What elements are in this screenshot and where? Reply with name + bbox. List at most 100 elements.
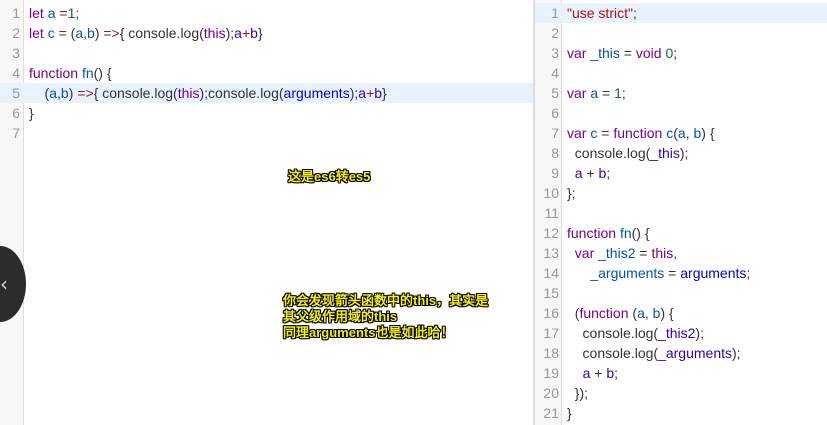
code-line[interactable]: 4 (535, 63, 827, 83)
code-line[interactable]: 20 }); (535, 383, 827, 403)
code-line[interactable]: 5 (a,b) =>{ console.log(this);console.lo… (0, 83, 533, 103)
code-token: console.log( (567, 145, 651, 161)
code-text[interactable]: var a = 1; (567, 83, 626, 103)
code-line[interactable]: 1 "use strict"; (535, 3, 827, 23)
code-line[interactable]: 19 a + b; (535, 363, 827, 383)
code-token: function (579, 305, 633, 321)
code-text[interactable]: } (567, 403, 572, 423)
code-text[interactable]: } (29, 103, 34, 123)
code-text[interactable]: (a,b) =>{ console.log(this);console.log(… (29, 83, 387, 103)
output-editor[interactable]: 1 "use strict"; 2 3 var _this = void 0; 4 5 var… (535, 0, 827, 425)
line-number: 4 (12, 65, 20, 81)
code-token: => (77, 85, 94, 101)
code-text[interactable]: console.log(_this2); (567, 323, 704, 343)
code-line[interactable]: 6 (535, 103, 827, 123)
line-number: 2 (551, 25, 559, 41)
code-token: this (203, 25, 226, 41)
code-token: } (567, 405, 572, 421)
code-token: function (29, 65, 82, 81)
code-text[interactable]: let c = (a,b) =>{ console.log(this);a+b} (29, 23, 263, 43)
code-token: var (567, 85, 591, 101)
code-token: _arguments (590, 265, 665, 281)
code-token: b (60, 85, 69, 101)
line-number: 19 (543, 365, 559, 381)
line-number: 5 (551, 85, 559, 101)
code-line[interactable]: 2 let c = (a,b) =>{ console.log(this);a+b… (0, 23, 533, 43)
line-number: 20 (543, 385, 559, 401)
code-text[interactable]: var c = function c(a, b) { (567, 123, 715, 143)
code-text[interactable]: a + b; (567, 363, 618, 383)
output-code[interactable]: 1 "use strict"; 2 3 var _this = void 0; 4 5 var… (535, 3, 827, 423)
code-token: a (637, 305, 645, 321)
code-token: { console.log( (93, 85, 178, 101)
code-line[interactable]: 15 (535, 283, 827, 303)
code-line[interactable]: 2 (535, 23, 827, 43)
annotation-line: 你会发现箭头函数中的this，其实是 (283, 293, 489, 308)
code-text[interactable]: let a =1; (29, 3, 79, 23)
code-line[interactable]: 10}; (535, 183, 827, 203)
code-text[interactable]: function fn() { (29, 63, 112, 83)
code-line[interactable]: 11 (535, 203, 827, 223)
code-token: fn (81, 65, 94, 81)
source-editor[interactable]: 1 let a =1; 2 let c = (a,b) =>{ console.log… (0, 0, 533, 425)
code-token: fn (619, 225, 632, 241)
code-token: function (567, 225, 620, 241)
code-token: this (177, 85, 200, 101)
chevron-left-icon[interactable]: ‹ (0, 270, 12, 298)
code-text[interactable]: a + b; (567, 163, 610, 183)
code-line[interactable]: 8 console.log(_this); (535, 143, 827, 163)
code-line[interactable]: 1 let a =1; (0, 3, 533, 23)
code-text[interactable]: }; (567, 183, 576, 203)
line-number: 1 (12, 5, 20, 21)
code-text[interactable]: (function (a, b) { (567, 303, 674, 323)
code-line[interactable]: 4 function fn() { (0, 63, 533, 83)
code-token: b (374, 85, 383, 101)
code-token: void (635, 45, 666, 61)
code-line[interactable]: 21} (535, 403, 827, 423)
code-text[interactable]: var _this2 = this, (567, 243, 677, 263)
code-token: ); (732, 345, 741, 361)
code-text[interactable]: console.log(_arguments); (567, 343, 741, 363)
code-token: c (47, 25, 55, 41)
code-token: ; (75, 5, 80, 21)
line-number: 4 (551, 65, 559, 81)
code-line[interactable]: 3 (0, 43, 533, 63)
code-line[interactable]: 13 var _this2 = this, (535, 243, 827, 263)
line-number: 14 (543, 265, 559, 281)
code-line[interactable]: 7 (0, 123, 533, 143)
code-token: b (606, 365, 615, 381)
line-number: 3 (12, 45, 20, 61)
code-text[interactable]: function fn() { (567, 223, 650, 243)
code-token: () { (93, 65, 112, 81)
code-token: = (664, 265, 681, 281)
source-code[interactable]: 1 let a =1; 2 let c = (a,b) =>{ console.log… (0, 3, 533, 143)
code-token: _this2 (598, 245, 636, 261)
code-token: = (598, 85, 615, 101)
line-number: 3 (551, 45, 559, 61)
code-line[interactable]: 7 var c = function c(a, b) { (535, 123, 827, 143)
code-line[interactable]: 5 var a = 1; (535, 83, 827, 103)
code-token: b (87, 25, 95, 41)
code-line[interactable]: 12 function fn() { (535, 223, 827, 243)
code-text[interactable]: }); (567, 383, 588, 403)
code-token: _this (650, 145, 680, 161)
code-text[interactable]: console.log(_this); (567, 143, 689, 163)
code-text[interactable]: _arguments = arguments; (567, 263, 750, 283)
code-token: function (613, 125, 667, 141)
line-number: 12 (543, 225, 559, 241)
annotation-es6-to-es5: 这是es6转es5 (288, 169, 370, 185)
code-token: = (597, 125, 614, 141)
code-line[interactable]: 9 a + b; (535, 163, 827, 183)
code-token: , (673, 245, 678, 261)
code-line[interactable]: 14 _arguments = arguments; (535, 263, 827, 283)
code-line[interactable]: 16 (function (a, b) { (535, 303, 827, 323)
code-line[interactable]: 18 console.log(_arguments); (535, 343, 827, 363)
code-line[interactable]: 17 console.log(_this2); (535, 323, 827, 343)
code-line[interactable]: 6} (0, 103, 533, 123)
code-token: => (103, 25, 120, 41)
line-number: 17 (543, 325, 559, 341)
code-text[interactable]: "use strict"; (567, 3, 637, 23)
code-token: ) (68, 85, 78, 101)
code-text[interactable]: var _this = void 0; (567, 43, 677, 63)
code-line[interactable]: 3 var _this = void 0; (535, 43, 827, 63)
